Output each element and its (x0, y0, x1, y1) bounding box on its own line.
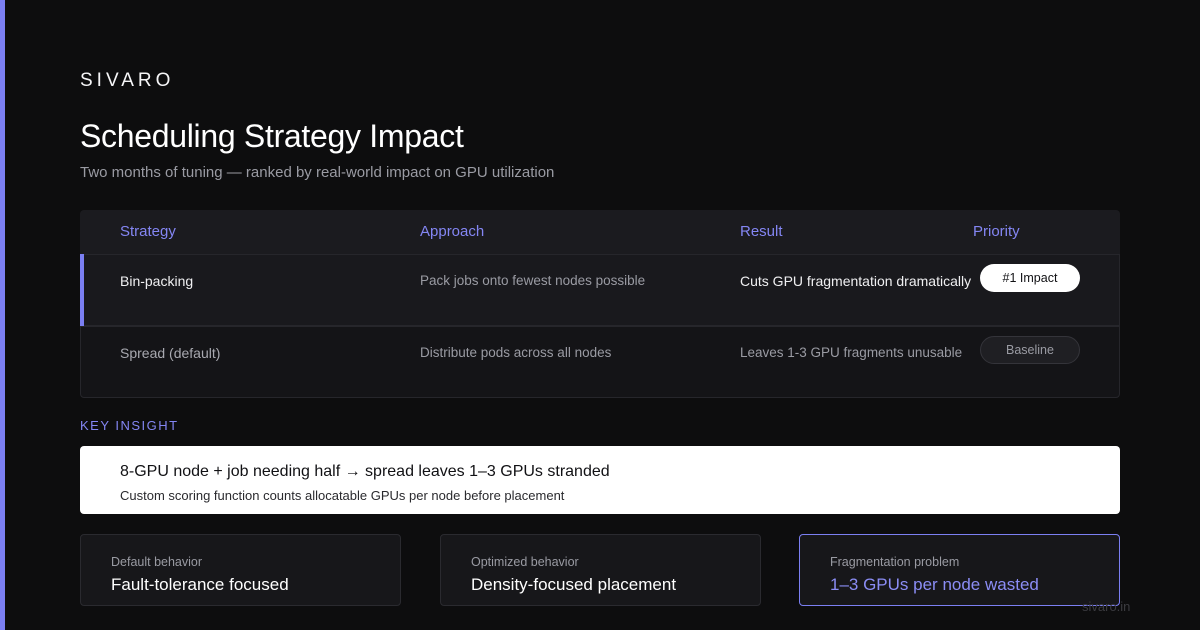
column-header-approach: Approach (420, 223, 485, 240)
page-title: Scheduling Strategy Impact (80, 118, 464, 154)
stat-card-fragmentation: Fragmentation problem 1–3 GPUs per node … (799, 534, 1120, 606)
card-value: Density-focused placement (471, 575, 677, 594)
table-row: Spread (default) Distribute pods across … (80, 326, 1120, 398)
cell-approach: Distribute pods across all nodes (420, 345, 612, 360)
insight-body: Custom scoring function counts allocatab… (120, 488, 565, 503)
footer-url: sivaro.in (1082, 599, 1131, 614)
cell-result: Leaves 1-3 GPU fragments unusable (740, 345, 963, 360)
table-row: Bin-packing Pack jobs onto fewest nodes … (80, 254, 1120, 326)
card-label: Default behavior (111, 555, 203, 569)
cell-result: Cuts GPU fragmentation dramatically (740, 273, 972, 289)
cell-strategy: Spread (default) (120, 345, 221, 361)
insight-label: KEY INSIGHT (80, 418, 179, 433)
column-header-result: Result (740, 223, 783, 240)
row-highlight-marker (80, 254, 84, 326)
table-header: Strategy Approach Result Priority (80, 210, 1120, 254)
card-value: 1–3 GPUs per node wasted (830, 575, 1039, 594)
stat-card-default: Default behavior Fault-tolerance focused (80, 534, 401, 606)
cell-strategy: Bin-packing (120, 273, 194, 289)
page-subtitle: Two months of tuning — ranked by real-wo… (80, 164, 555, 181)
card-value: Fault-tolerance focused (111, 575, 289, 594)
insight-headline: 8-GPU node + job needing half → spread l… (120, 463, 610, 480)
brand-logo: SIVARO (80, 70, 175, 91)
key-insight-panel: 8-GPU node + job needing half → spread l… (80, 446, 1120, 514)
cell-approach: Pack jobs onto fewest nodes possible (420, 273, 646, 288)
column-header-strategy: Strategy (120, 223, 176, 240)
card-label: Optimized behavior (471, 555, 579, 569)
strategy-table: Strategy Approach Result Priority Bin-pa… (80, 210, 1120, 398)
stat-card-optimized: Optimized behavior Density-focused place… (440, 534, 761, 606)
priority-badge: #1 Impact (980, 264, 1080, 292)
priority-badge: Baseline (980, 336, 1080, 364)
card-label: Fragmentation problem (830, 555, 960, 569)
column-header-priority: Priority (973, 223, 1020, 240)
left-accent-bar (0, 0, 5, 630)
